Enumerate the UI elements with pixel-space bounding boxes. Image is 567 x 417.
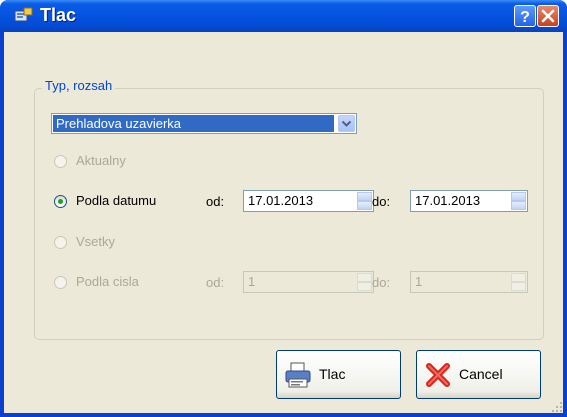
spin-up-icon[interactable] bbox=[511, 192, 526, 201]
svg-text:?: ? bbox=[520, 9, 530, 26]
dropdown-button[interactable] bbox=[338, 115, 355, 132]
chevron-down-icon bbox=[341, 120, 352, 127]
cancel-button[interactable]: Cancel bbox=[416, 350, 541, 399]
label-number-to: do: bbox=[372, 275, 391, 290]
radio-vsetky[interactable] bbox=[54, 236, 67, 249]
radio-aktualny[interactable] bbox=[54, 155, 67, 168]
number-from-value: 1 bbox=[248, 274, 256, 289]
spin-down-icon[interactable] bbox=[511, 282, 526, 291]
number-to-value: 1 bbox=[415, 274, 423, 289]
group-box-label: Typ, rozsah bbox=[42, 78, 116, 93]
number-to-input[interactable]: 1 bbox=[410, 271, 528, 293]
label-aktualny: Aktualny bbox=[76, 153, 126, 168]
cancel-button-label: Cancel bbox=[459, 366, 503, 382]
print-button[interactable]: Tlac bbox=[276, 350, 401, 399]
app-icon bbox=[14, 7, 33, 22]
print-button-label: Tlac bbox=[319, 366, 346, 382]
label-podla-datumu: Podla datumu bbox=[76, 193, 157, 208]
help-button[interactable]: ? bbox=[514, 5, 536, 27]
number-to-spinner[interactable] bbox=[511, 273, 526, 291]
spin-down-icon[interactable] bbox=[511, 201, 526, 210]
report-type-select[interactable]: Prehladova uzavierka bbox=[51, 113, 357, 134]
date-to-spinner[interactable] bbox=[511, 192, 526, 210]
title-bar[interactable]: Tlac ? bbox=[0, 0, 567, 32]
spin-down-icon[interactable] bbox=[357, 282, 372, 291]
red-x-icon bbox=[426, 363, 450, 387]
spin-up-icon[interactable] bbox=[511, 273, 526, 282]
number-from-spinner[interactable] bbox=[357, 273, 372, 291]
radio-podla-datumu[interactable] bbox=[54, 195, 67, 208]
spin-up-icon[interactable] bbox=[357, 273, 372, 282]
label-podla-cisla: Podla cisla bbox=[76, 274, 139, 289]
date-from-spinner[interactable] bbox=[357, 192, 372, 210]
label-number-from: od: bbox=[206, 275, 225, 290]
label-date-from: od: bbox=[206, 194, 225, 209]
close-button[interactable] bbox=[537, 5, 559, 27]
printer-icon bbox=[285, 362, 311, 388]
date-from-value: 17.01.2013 bbox=[248, 193, 314, 208]
window-border bbox=[0, 413, 567, 417]
date-to-input[interactable]: 17.01.2013 bbox=[410, 190, 528, 212]
report-type-value: Prehladova uzavierka bbox=[53, 115, 334, 132]
close-icon bbox=[541, 9, 555, 23]
resize-grip-icon[interactable] bbox=[551, 401, 563, 413]
label-date-to: do: bbox=[372, 194, 391, 209]
window-title: Tlac bbox=[40, 5, 77, 25]
question-icon: ? bbox=[520, 9, 530, 26]
radio-selected-dot bbox=[58, 199, 63, 204]
date-from-input[interactable]: 17.01.2013 bbox=[243, 190, 374, 212]
label-vsetky: Vsetky bbox=[76, 234, 116, 249]
spin-down-icon[interactable] bbox=[357, 201, 372, 210]
number-from-input[interactable]: 1 bbox=[243, 271, 374, 293]
date-to-value: 17.01.2013 bbox=[415, 193, 481, 208]
radio-podla-cisla[interactable] bbox=[54, 276, 67, 289]
spin-up-icon[interactable] bbox=[357, 192, 372, 201]
